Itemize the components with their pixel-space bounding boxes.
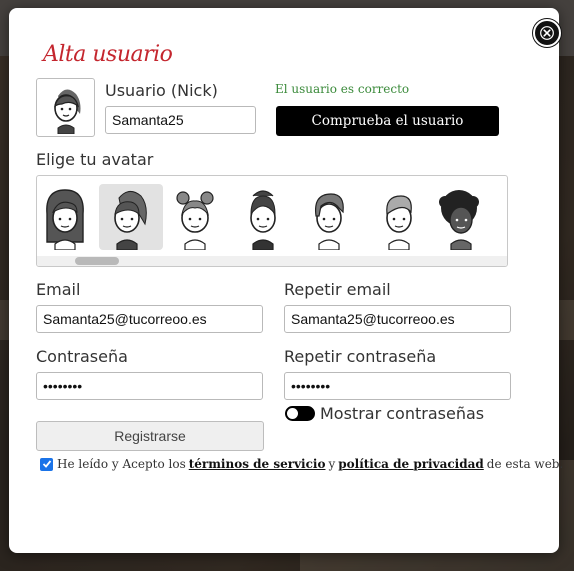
selected-avatar-preview <box>36 78 95 137</box>
avatar-track <box>37 184 507 252</box>
terms-prefix: He leído y Acepto los <box>57 457 186 471</box>
avatar-option-long-hair[interactable] <box>37 184 101 251</box>
repeat-email-input[interactable] <box>284 305 511 333</box>
show-passwords-toggle[interactable] <box>285 406 315 421</box>
password-input[interactable] <box>36 372 263 400</box>
repeat-password-label: Repetir contraseña <box>284 347 437 366</box>
terms-of-service-link[interactable]: términos de servicio <box>189 457 326 471</box>
repeat-email-label: Repetir email <box>284 280 391 299</box>
avatar-long-hair-icon <box>46 189 84 251</box>
repeat-password-input[interactable] <box>284 372 511 400</box>
modal-title: Alta usuario <box>43 42 173 67</box>
avatar-option-short-hair[interactable] <box>371 184 435 251</box>
avatar-ponytail-icon <box>114 191 147 251</box>
avatar-option-ponytail[interactable] <box>99 184 163 251</box>
terms-row: He leído y Acepto los términos de servic… <box>40 457 566 471</box>
close-icon <box>540 26 554 40</box>
avatar-updo-icon <box>250 190 276 251</box>
nick-status: El usuario es correcto <box>275 82 410 96</box>
nick-input[interactable] <box>105 106 256 134</box>
email-label: Email <box>36 280 81 299</box>
email-input[interactable] <box>36 305 263 333</box>
register-button[interactable]: Registrarse <box>36 421 264 451</box>
nick-label: Usuario (Nick) <box>105 81 218 100</box>
check-user-button[interactable]: Comprueba el usuario <box>276 106 499 136</box>
avatar-scroll-thumb[interactable] <box>75 257 119 265</box>
avatar-short-hair-icon <box>386 195 412 251</box>
terms-checkbox[interactable] <box>40 457 53 471</box>
show-passwords-label: Mostrar contraseñas <box>320 404 485 423</box>
avatar-option-buns[interactable] <box>167 184 231 251</box>
terms-suffix: de esta web. <box>486 457 564 471</box>
avatar-picker <box>36 175 508 267</box>
terms-mid: y <box>328 457 336 471</box>
check-icon <box>42 460 51 468</box>
password-label: Contraseña <box>36 347 128 366</box>
privacy-policy-link[interactable]: política de privacidad <box>338 457 484 471</box>
close-button[interactable] <box>533 19 561 47</box>
signup-modal: Alta usuario Usuario (Nick) El usuario e… <box>9 8 563 553</box>
avatar-buns-icon <box>176 191 214 251</box>
avatar-option-updo[interactable] <box>235 184 299 251</box>
avatar-option-curly-afro[interactable] <box>431 184 495 251</box>
toggle-knob <box>287 408 298 419</box>
avatar-scrollbar[interactable] <box>37 256 507 266</box>
avatar-quiff-icon <box>314 193 344 251</box>
avatar-option-quiff[interactable] <box>301 184 365 251</box>
avatar-curly-afro-icon <box>439 190 479 251</box>
avatar-ponytail-icon <box>53 88 80 134</box>
avatar-label: Elige tu avatar <box>36 150 154 169</box>
